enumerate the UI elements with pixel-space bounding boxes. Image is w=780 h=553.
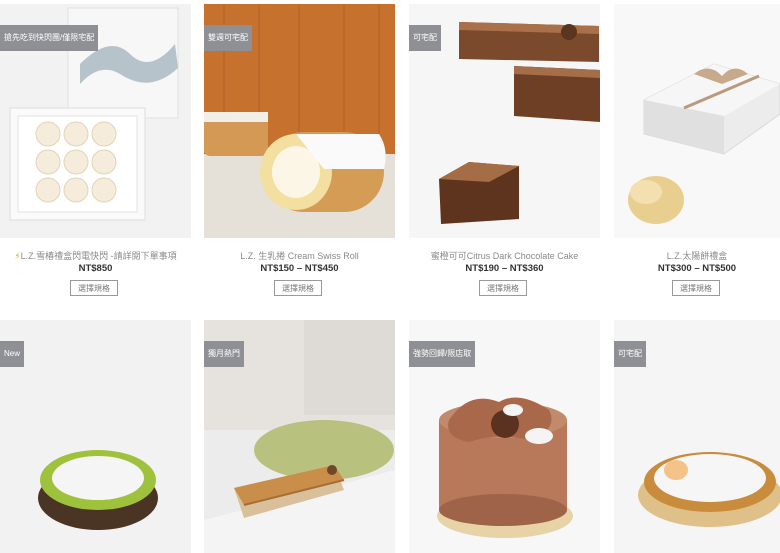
- product-badge: 可宅配: [614, 341, 646, 367]
- product-badge: 雙週可宅配: [204, 25, 252, 51]
- product-image[interactable]: 搶先吃到快閃團/僅限宅配: [0, 4, 191, 238]
- product-image[interactable]: New: [0, 320, 191, 553]
- product-image[interactable]: [614, 4, 780, 238]
- product-badge: 獨月熱門: [204, 341, 244, 367]
- product-title[interactable]: L.Z.太陽餅禮盒: [614, 249, 780, 262]
- select-options-button[interactable]: 選擇規格: [274, 280, 322, 296]
- product-image[interactable]: 可宅配: [409, 4, 600, 238]
- product-image[interactable]: 可宅配: [614, 320, 780, 553]
- select-options-button[interactable]: 選擇規格: [479, 280, 527, 296]
- product-title[interactable]: 蜜橙可可Citrus Dark Chocolate Cake: [409, 249, 600, 262]
- product-badge: 搶先吃到快閃團/僅限宅配: [0, 25, 99, 51]
- product-title[interactable]: L.Z. 生乳捲 Cream Swiss Roll: [204, 249, 395, 262]
- product-price: NT$190 – NT$360: [465, 263, 544, 274]
- product-image[interactable]: 強勢回歸/限店取: [409, 320, 600, 553]
- select-options-button[interactable]: 選擇規格: [70, 280, 118, 296]
- product-badge: New: [0, 341, 25, 367]
- select-options-button[interactable]: 選擇規格: [672, 280, 720, 296]
- product-badge: 可宅配: [409, 25, 441, 51]
- product-image[interactable]: 獨月熱門: [204, 320, 395, 553]
- product-image[interactable]: 雙週可宅配: [204, 4, 395, 238]
- product-price: NT$150 – NT$450: [260, 263, 339, 274]
- product-price: NT$850: [78, 263, 113, 274]
- product-title[interactable]: ⚡L.Z.雪椿禮盒閃電快閃 -請詳閱下單事項: [0, 249, 191, 262]
- product-badge: 強勢回歸/限店取: [409, 341, 476, 367]
- product-price: NT$300 – NT$500: [657, 263, 737, 274]
- product-title-text[interactable]: L.Z.雪椿禮盒閃電快閃 -請詳閱下單事項: [21, 251, 177, 261]
